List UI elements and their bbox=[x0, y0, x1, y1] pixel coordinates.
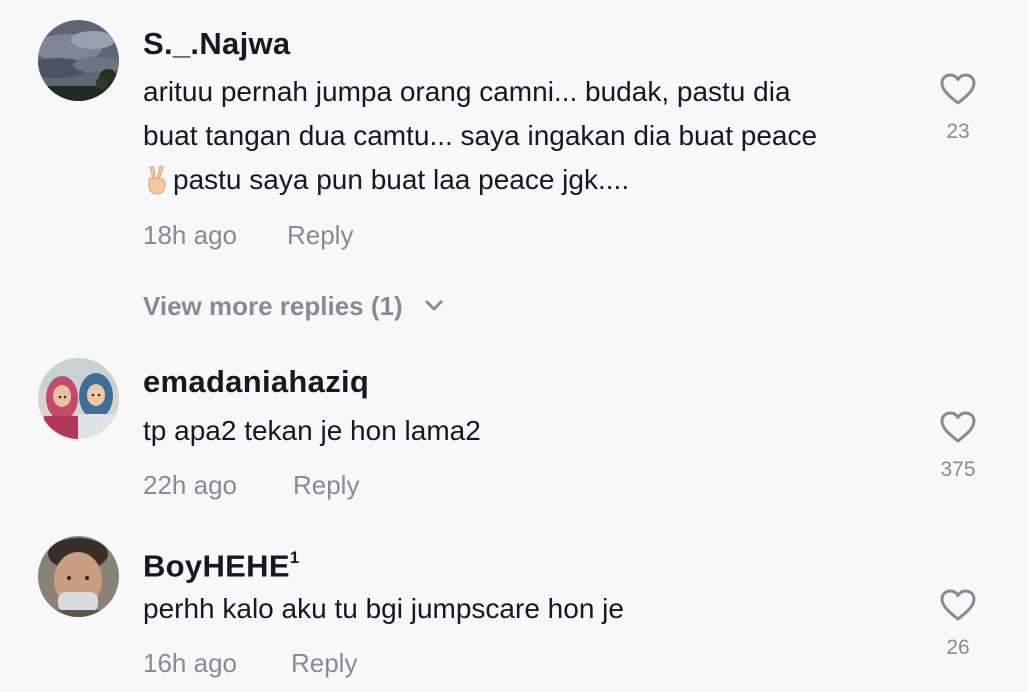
reply-button[interactable]: Reply bbox=[291, 648, 357, 678]
comment-text: tp apa2 tekan je hon lama2 bbox=[143, 415, 481, 446]
comment-text-line: arituu pernah jumpa orang camni... budak… bbox=[143, 76, 791, 107]
comment-username[interactable]: S._.Najwa bbox=[143, 26, 290, 62]
comment-text-line: buat tangan dua camtu... saya ingakan di… bbox=[143, 120, 818, 151]
reply-button[interactable]: Reply bbox=[287, 220, 353, 250]
comment-username[interactable]: emadaniahaziq bbox=[143, 364, 369, 400]
comment-meta: 22h ago Reply bbox=[143, 469, 359, 501]
heart-outline-icon bbox=[940, 589, 976, 621]
like-button[interactable]: 375 bbox=[936, 410, 980, 482]
heart-outline-icon bbox=[940, 73, 976, 105]
comment-timestamp: 22h ago bbox=[143, 470, 237, 500]
avatar[interactable] bbox=[38, 358, 119, 439]
username-superscript: 1 bbox=[289, 548, 300, 567]
comment-text: arituu pernah jumpa orang camni... budak… bbox=[143, 70, 913, 202]
reply-button[interactable]: Reply bbox=[293, 470, 359, 500]
comment-timestamp: 16h ago bbox=[143, 648, 237, 678]
avatar-photo-image bbox=[38, 536, 119, 617]
comment-meta: 18h ago Reply bbox=[143, 219, 353, 251]
like-button[interactable]: 26 bbox=[936, 588, 980, 660]
like-button[interactable]: 23 bbox=[936, 72, 980, 144]
comment-text: perhh kalo aku tu bgi jumpscare hon je bbox=[143, 593, 624, 624]
like-count: 375 bbox=[940, 458, 976, 481]
username-text: BoyHEHE bbox=[143, 548, 290, 584]
avatar-sky-image bbox=[38, 20, 119, 101]
heart-outline-icon bbox=[940, 411, 976, 443]
like-count: 23 bbox=[946, 120, 970, 143]
view-more-replies-label: View more replies (1) bbox=[143, 291, 403, 321]
avatar[interactable] bbox=[38, 536, 119, 617]
comment-text-line: pastu saya pun buat laa peace jgk.... bbox=[143, 158, 913, 202]
avatar-photo-image bbox=[38, 358, 119, 439]
chevron-down-icon bbox=[425, 300, 443, 311]
view-more-replies-button[interactable]: View more replies (1) bbox=[143, 290, 444, 322]
avatar[interactable] bbox=[38, 20, 119, 101]
victory-hand-emoji-icon bbox=[148, 165, 166, 195]
comment-timestamp: 18h ago bbox=[143, 220, 237, 250]
comment-meta: 16h ago Reply bbox=[143, 647, 357, 679]
comment-text-fragment: pastu saya pun buat laa peace jgk.... bbox=[173, 164, 630, 195]
like-count: 26 bbox=[946, 636, 970, 659]
comment-username[interactable]: BoyHEHE1 bbox=[143, 542, 300, 584]
